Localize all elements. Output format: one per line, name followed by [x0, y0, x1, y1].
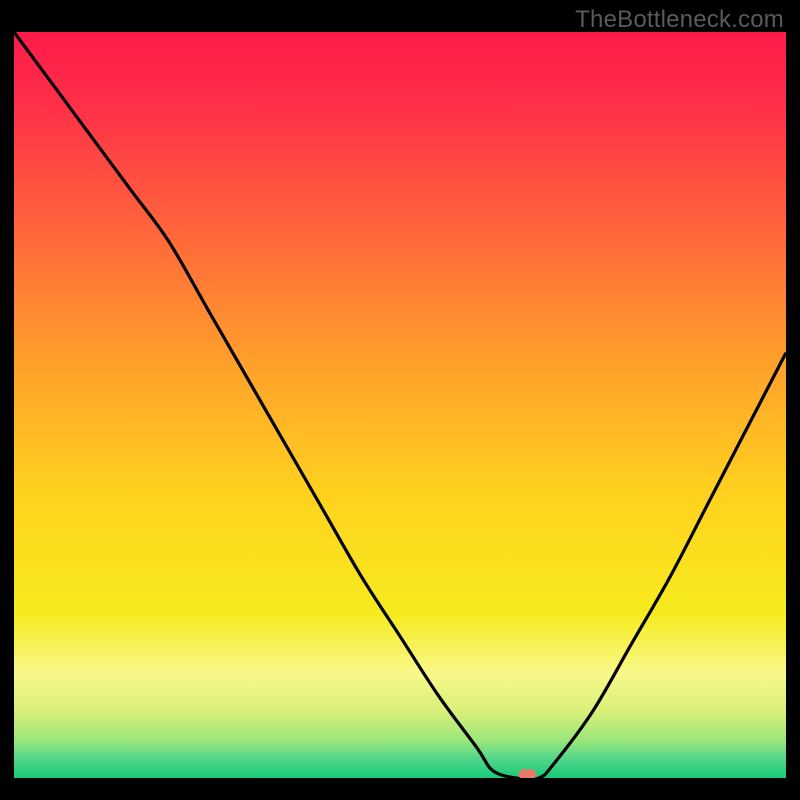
- watermark-text: TheBottleneck.com: [575, 6, 784, 34]
- marker-dot: [518, 769, 536, 778]
- chart-background: [14, 32, 786, 778]
- plot-area: [14, 32, 786, 778]
- chart-frame: TheBottleneck.com: [0, 0, 800, 800]
- chart-svg: [14, 32, 786, 778]
